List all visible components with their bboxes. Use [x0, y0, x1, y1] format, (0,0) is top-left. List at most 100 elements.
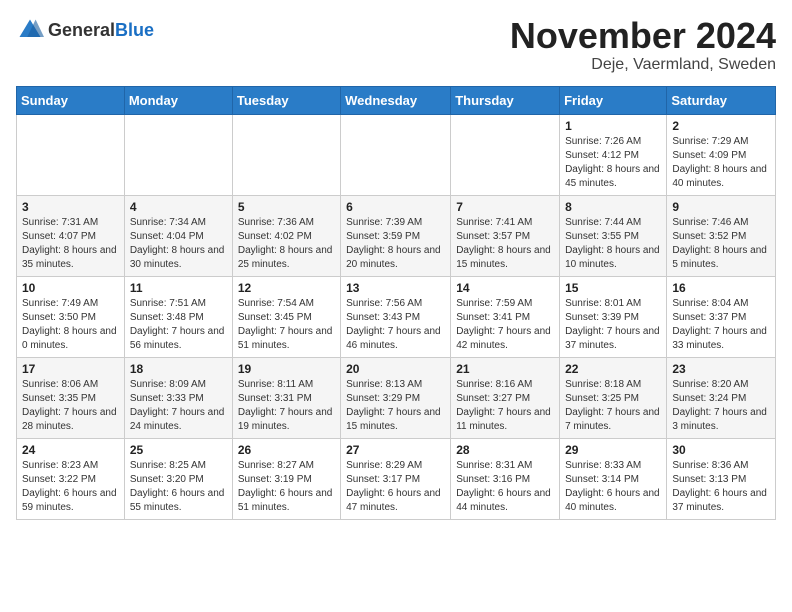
- calendar-body: 1Sunrise: 7:26 AM Sunset: 4:12 PM Daylig…: [17, 114, 776, 519]
- day-number: 16: [672, 281, 770, 295]
- day-info: Sunrise: 7:54 AM Sunset: 3:45 PM Dayligh…: [238, 297, 335, 353]
- day-number: 2: [672, 119, 770, 133]
- day-info: Sunrise: 8:09 AM Sunset: 3:33 PM Dayligh…: [130, 378, 227, 434]
- weekday-header-tuesday: Tuesday: [232, 86, 340, 114]
- calendar-cell: [17, 114, 125, 195]
- calendar-cell: 16 Sunrise: 8:04 AM Sunset: 3:37 PM Dayli…: [667, 276, 776, 357]
- logo-text-blue: Blue: [115, 20, 154, 40]
- day-number: 22: [565, 362, 661, 376]
- day-info: Sunrise: 8:20 AM Sunset: 3:24 PM Dayligh…: [672, 378, 770, 434]
- month-title: November 2024: [510, 16, 776, 56]
- day-info: Sunrise: 7:34 AM Sunset: 4:04 PM Dayligh…: [130, 216, 227, 272]
- day-number: 9: [672, 200, 770, 214]
- calendar-cell: 7 Sunrise: 7:41 AM Sunset: 3:57 PM Daylig…: [451, 195, 560, 276]
- day-number: 3: [22, 200, 119, 214]
- day-number: 10: [22, 281, 119, 295]
- weekday-header-friday: Friday: [560, 86, 667, 114]
- week-row-2: 3 Sunrise: 7:31 AM Sunset: 4:07 PM Daylig…: [17, 195, 776, 276]
- location-title: Deje, Vaermland, Sweden: [510, 56, 776, 74]
- day-info: Sunrise: 7:31 AM Sunset: 4:07 PM Dayligh…: [22, 216, 119, 272]
- day-number: 18: [130, 362, 227, 376]
- day-number: 30: [672, 443, 770, 457]
- day-number: 28: [456, 443, 554, 457]
- calendar-cell: 26 Sunrise: 8:27 AM Sunset: 3:19 PM Dayli…: [232, 438, 340, 519]
- day-info: Sunrise: 8:23 AM Sunset: 3:22 PM Dayligh…: [22, 459, 119, 515]
- day-info: Sunrise: 8:06 AM Sunset: 3:35 PM Dayligh…: [22, 378, 119, 434]
- day-info: Sunrise: 8:25 AM Sunset: 3:20 PM Dayligh…: [130, 459, 227, 515]
- calendar-cell: 3 Sunrise: 7:31 AM Sunset: 4:07 PM Daylig…: [17, 195, 125, 276]
- day-number: 8: [565, 200, 661, 214]
- day-number: 6: [346, 200, 445, 214]
- calendar-cell: 11 Sunrise: 7:51 AM Sunset: 3:48 PM Dayli…: [124, 276, 232, 357]
- day-number: 7: [456, 200, 554, 214]
- week-row-4: 17 Sunrise: 8:06 AM Sunset: 3:35 PM Dayli…: [17, 357, 776, 438]
- calendar-cell: [124, 114, 232, 195]
- day-info: Sunrise: 7:39 AM Sunset: 3:59 PM Dayligh…: [346, 216, 445, 272]
- calendar-cell: 2Sunrise: 7:29 AM Sunset: 4:09 PM Daylig…: [667, 114, 776, 195]
- day-info: Sunrise: 8:27 AM Sunset: 3:19 PM Dayligh…: [238, 459, 335, 515]
- day-info: Sunrise: 8:29 AM Sunset: 3:17 PM Dayligh…: [346, 459, 445, 515]
- day-number: 1: [565, 119, 661, 133]
- calendar-cell: 14 Sunrise: 7:59 AM Sunset: 3:41 PM Dayli…: [451, 276, 560, 357]
- day-info: Sunrise: 8:01 AM Sunset: 3:39 PM Dayligh…: [565, 297, 661, 353]
- logo: GeneralBlue: [16, 16, 154, 44]
- day-info: Sunrise: 7:41 AM Sunset: 3:57 PM Dayligh…: [456, 216, 554, 272]
- day-info: Sunrise: 8:31 AM Sunset: 3:16 PM Dayligh…: [456, 459, 554, 515]
- day-number: 21: [456, 362, 554, 376]
- calendar-cell: 27 Sunrise: 8:29 AM Sunset: 3:17 PM Dayli…: [341, 438, 451, 519]
- calendar-cell: 10Sunrise: 7:49 AM Sunset: 3:50 PM Dayli…: [17, 276, 125, 357]
- day-number: 14: [456, 281, 554, 295]
- weekday-header-monday: Monday: [124, 86, 232, 114]
- calendar-cell: 6 Sunrise: 7:39 AM Sunset: 3:59 PM Daylig…: [341, 195, 451, 276]
- calendar-cell: 29Sunrise: 8:33 AM Sunset: 3:14 PM Dayli…: [560, 438, 667, 519]
- calendar: SundayMondayTuesdayWednesdayThursdayFrid…: [16, 86, 776, 520]
- day-number: 17: [22, 362, 119, 376]
- day-number: 26: [238, 443, 335, 457]
- calendar-cell: 15 Sunrise: 8:01 AM Sunset: 3:39 PM Dayli…: [560, 276, 667, 357]
- day-number: 23: [672, 362, 770, 376]
- calendar-cell: 19 Sunrise: 8:11 AM Sunset: 3:31 PM Dayli…: [232, 357, 340, 438]
- logo-icon: [16, 16, 44, 44]
- day-info: Sunrise: 7:36 AM Sunset: 4:02 PM Dayligh…: [238, 216, 335, 272]
- day-info: Sunrise: 8:11 AM Sunset: 3:31 PM Dayligh…: [238, 378, 335, 434]
- day-info: Sunrise: 8:18 AM Sunset: 3:25 PM Dayligh…: [565, 378, 661, 434]
- day-info: Sunrise: 7:56 AM Sunset: 3:43 PM Dayligh…: [346, 297, 445, 353]
- day-number: 25: [130, 443, 227, 457]
- day-info: Sunrise: 8:13 AM Sunset: 3:29 PM Dayligh…: [346, 378, 445, 434]
- week-row-1: 1Sunrise: 7:26 AM Sunset: 4:12 PM Daylig…: [17, 114, 776, 195]
- day-number: 11: [130, 281, 227, 295]
- weekday-header-wednesday: Wednesday: [341, 86, 451, 114]
- weekday-header-saturday: Saturday: [667, 86, 776, 114]
- weekday-header-row: SundayMondayTuesdayWednesdayThursdayFrid…: [17, 86, 776, 114]
- calendar-cell: 4 Sunrise: 7:34 AM Sunset: 4:04 PM Daylig…: [124, 195, 232, 276]
- day-info: Sunrise: 8:16 AM Sunset: 3:27 PM Dayligh…: [456, 378, 554, 434]
- calendar-cell: 17 Sunrise: 8:06 AM Sunset: 3:35 PM Dayli…: [17, 357, 125, 438]
- week-row-3: 10Sunrise: 7:49 AM Sunset: 3:50 PM Dayli…: [17, 276, 776, 357]
- calendar-cell: 23 Sunrise: 8:20 AM Sunset: 3:24 PM Dayli…: [667, 357, 776, 438]
- calendar-cell: [341, 114, 451, 195]
- weekday-header-sunday: Sunday: [17, 86, 125, 114]
- calendar-cell: 30Sunrise: 8:36 AM Sunset: 3:13 PM Dayli…: [667, 438, 776, 519]
- header: GeneralBlue November 2024 Deje, Vaermlan…: [16, 16, 776, 74]
- day-info: Sunrise: 8:04 AM Sunset: 3:37 PM Dayligh…: [672, 297, 770, 353]
- calendar-cell: 12 Sunrise: 7:54 AM Sunset: 3:45 PM Dayli…: [232, 276, 340, 357]
- day-number: 13: [346, 281, 445, 295]
- day-number: 15: [565, 281, 661, 295]
- day-number: 27: [346, 443, 445, 457]
- calendar-cell: 9Sunrise: 7:46 AM Sunset: 3:52 PM Daylig…: [667, 195, 776, 276]
- day-info: Sunrise: 7:59 AM Sunset: 3:41 PM Dayligh…: [456, 297, 554, 353]
- day-info: Sunrise: 7:51 AM Sunset: 3:48 PM Dayligh…: [130, 297, 227, 353]
- calendar-cell: 13 Sunrise: 7:56 AM Sunset: 3:43 PM Dayli…: [341, 276, 451, 357]
- day-info: Sunrise: 8:33 AM Sunset: 3:14 PM Dayligh…: [565, 459, 661, 515]
- day-number: 24: [22, 443, 119, 457]
- day-number: 19: [238, 362, 335, 376]
- calendar-cell: 18 Sunrise: 8:09 AM Sunset: 3:33 PM Dayli…: [124, 357, 232, 438]
- weekday-header-thursday: Thursday: [451, 86, 560, 114]
- calendar-cell: 22 Sunrise: 8:18 AM Sunset: 3:25 PM Dayli…: [560, 357, 667, 438]
- calendar-cell: 20Sunrise: 8:13 AM Sunset: 3:29 PM Dayli…: [341, 357, 451, 438]
- calendar-cell: 25 Sunrise: 8:25 AM Sunset: 3:20 PM Dayli…: [124, 438, 232, 519]
- day-number: 4: [130, 200, 227, 214]
- calendar-cell: 28 Sunrise: 8:31 AM Sunset: 3:16 PM Dayli…: [451, 438, 560, 519]
- day-number: 12: [238, 281, 335, 295]
- calendar-cell: 5Sunrise: 7:36 AM Sunset: 4:02 PM Daylig…: [232, 195, 340, 276]
